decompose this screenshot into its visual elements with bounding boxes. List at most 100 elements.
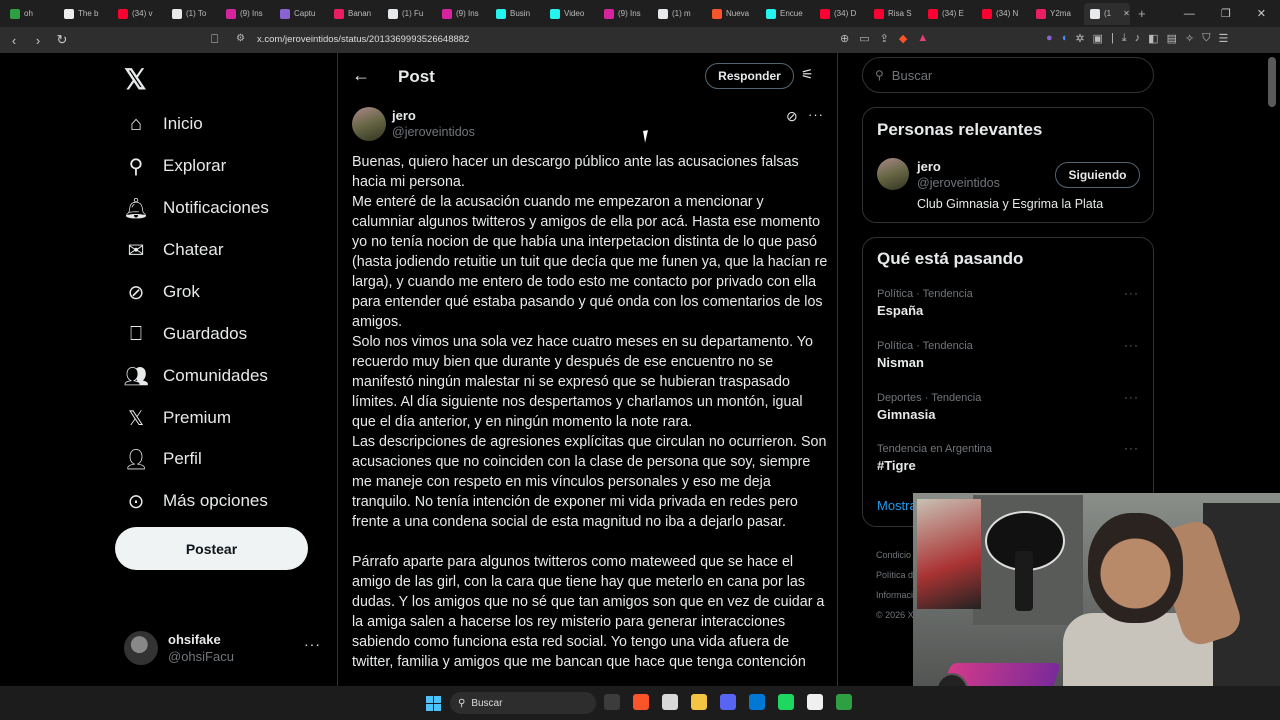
browser-tab[interactable]: The b [58, 3, 110, 25]
user-name[interactable]: jero [917, 159, 941, 174]
brave-shield-icon[interactable]: ◆ [899, 32, 907, 45]
close-window-icon[interactable]: ✕ [1257, 7, 1266, 20]
taskbar-app-icon[interactable] [749, 694, 765, 710]
taskbar-app-icon[interactable] [604, 694, 620, 710]
vpn-icon[interactable]: ⛉ [1202, 32, 1210, 45]
more-dots-icon[interactable]: ··· [1124, 390, 1139, 404]
browser-tab[interactable]: (1) To [166, 3, 218, 25]
nav-item-notificaciones[interactable]: 🔔︎ Notificaciones [123, 193, 269, 223]
wallet-icon[interactable]: ▤ [1167, 32, 1177, 45]
music-icon[interactable]: ♪ [1135, 32, 1141, 45]
new-tab-icon[interactable]: + [1138, 6, 1146, 21]
author-name[interactable]: jero [392, 108, 416, 123]
zoom-icon[interactable]: ⊕ [840, 32, 849, 45]
browser-tab[interactable]: (1) Fu [382, 3, 434, 25]
browser-tab[interactable]: oh [4, 3, 56, 25]
trend-item[interactable]: Política · Tendencia Nisman ··· [877, 338, 1147, 370]
user-handle[interactable]: @jeroveintidos [917, 176, 1000, 190]
page-scrollbar[interactable] [1268, 57, 1276, 107]
browser-tab[interactable]: Captu [274, 3, 326, 25]
more-dots-icon[interactable]: ··· [1124, 441, 1139, 455]
taskbar-app-icon[interactable] [662, 694, 678, 710]
browser-tab[interactable]: (9) Ins [598, 3, 650, 25]
nav-item-más-opciones[interactable]: ⊙ Más opciones [124, 486, 268, 516]
cast-icon[interactable]: ▭ [859, 32, 869, 45]
back-arrow-icon[interactable]: ← [352, 65, 370, 86]
trend-item[interactable]: Tendencia en Argentina #Tigre ··· [877, 441, 1147, 473]
nav-item-guardados[interactable]: ⎕ Guardados [124, 319, 247, 349]
taskbar-app-icon[interactable] [720, 694, 736, 710]
nav-item-grok[interactable]: ⊘ Grok [124, 277, 200, 307]
sidebar-toggle-icon[interactable]: ◧ [1148, 32, 1158, 45]
nav-item-inicio[interactable]: ⌂ Inicio [124, 109, 203, 139]
back-nav-icon[interactable]: ‹ [4, 33, 24, 48]
brave-rewards-icon[interactable]: ▲ [917, 32, 928, 45]
browser-tab[interactable]: Busin [490, 3, 542, 25]
more-dots-icon[interactable]: ··· [1124, 338, 1139, 352]
x-logo-icon[interactable]: 𝕏 [124, 63, 147, 96]
avatar[interactable] [877, 158, 909, 190]
browser-tab[interactable]: (9) Ins [436, 3, 488, 25]
browser-tab[interactable]: Nueva [706, 3, 758, 25]
trend-item[interactable]: Política · Tendencia España ··· [877, 286, 1147, 318]
extension-icon[interactable]: ◖ [1061, 32, 1068, 45]
browser-tab[interactable]: (34) v [112, 3, 164, 25]
following-button[interactable]: Siguiendo [1055, 162, 1140, 188]
footer-link[interactable]: Informaci [876, 585, 916, 605]
more-dots-icon[interactable]: ··· [304, 636, 321, 652]
browser-tab[interactable]: (1) m [652, 3, 704, 25]
browser-tab[interactable]: Encue [760, 3, 812, 25]
browser-tab[interactable]: (34) E [922, 3, 974, 25]
grok-icon[interactable]: ⊘ [786, 108, 798, 125]
browser-tab[interactable]: (9) Ins [220, 3, 272, 25]
minimize-icon[interactable]: — [1184, 8, 1195, 20]
reload-icon[interactable]: ↻ [52, 32, 72, 48]
more-dots-icon[interactable]: ··· [808, 107, 824, 122]
share-icon[interactable]: ⇪ [880, 32, 889, 45]
extension-icon[interactable]: ● [1046, 32, 1053, 45]
leo-ai-icon[interactable]: ✧ [1185, 32, 1194, 45]
browser-tab[interactable]: Banan [328, 3, 380, 25]
windows-start-icon[interactable] [426, 696, 441, 711]
browser-tab[interactable]: Video [544, 3, 596, 25]
reply-button[interactable]: Responder [705, 63, 794, 89]
browser-tab[interactable]: (34) N [976, 3, 1028, 25]
puzzle-icon[interactable]: ✲ [1075, 32, 1084, 45]
forward-nav-icon[interactable]: › [28, 33, 48, 48]
download-icon[interactable]: ⤓ [1122, 32, 1127, 45]
taskbar-app-icon[interactable] [691, 694, 707, 710]
taskbar-app-icon[interactable] [633, 694, 649, 710]
search-input[interactable] [891, 67, 1132, 83]
taskbar-app-icon[interactable] [807, 694, 823, 710]
browser-tab[interactable]: Y2ma [1030, 3, 1082, 25]
browser-tab[interactable]: (1 ✕ [1084, 2, 1130, 25]
url-field[interactable]: x.com/jeroveintidos/status/2013369993526… [257, 34, 469, 45]
search-box[interactable]: ⚲ [862, 57, 1154, 93]
maximize-icon[interactable]: ❐ [1221, 7, 1231, 20]
bookmark-page-icon[interactable]: ⎕ [211, 32, 218, 47]
more-dots-icon[interactable]: ··· [1124, 286, 1139, 300]
taskbar-app-icon[interactable] [778, 694, 794, 710]
taskbar-search[interactable]: ⚲ Buscar [450, 692, 596, 714]
account-switcher[interactable]: ohsifake @ohsiFacu ··· [124, 630, 324, 666]
footer-link[interactable]: © 2026 X [876, 605, 916, 625]
footer-link[interactable]: Condicio [876, 545, 916, 565]
taskbar-app-icon[interactable] [836, 694, 852, 710]
nav-item-perfil[interactable]: 👤︎ Perfil [123, 444, 201, 474]
browser-tab[interactable]: Risa S [868, 3, 920, 25]
trend-item[interactable]: Deportes · Tendencia Gimnasia ··· [877, 390, 1147, 422]
nav-item-explorar[interactable]: ⚲ Explorar [124, 151, 227, 181]
nav-item-premium[interactable]: 𝕏 Premium [124, 403, 231, 433]
author-handle[interactable]: @jeroveintidos [392, 125, 475, 139]
footer-link[interactable]: Política d [876, 565, 916, 585]
post-button[interactable]: Postear [115, 527, 308, 570]
site-info-icon[interactable]: ⚙ [236, 33, 245, 44]
sliders-icon[interactable]: ⚟ [801, 66, 814, 83]
menu-icon[interactable]: ☰ [1218, 32, 1228, 45]
nav-item-comunidades[interactable]: 👥︎ Comunidades [123, 361, 268, 391]
close-tab-icon[interactable]: ✕ [1123, 9, 1130, 18]
browser-tab[interactable]: (34) D [814, 3, 866, 25]
screenshot-icon[interactable]: ▣ [1093, 32, 1103, 45]
nav-item-chatear[interactable]: ✉ Chatear [124, 235, 224, 265]
author-avatar[interactable] [352, 107, 386, 141]
